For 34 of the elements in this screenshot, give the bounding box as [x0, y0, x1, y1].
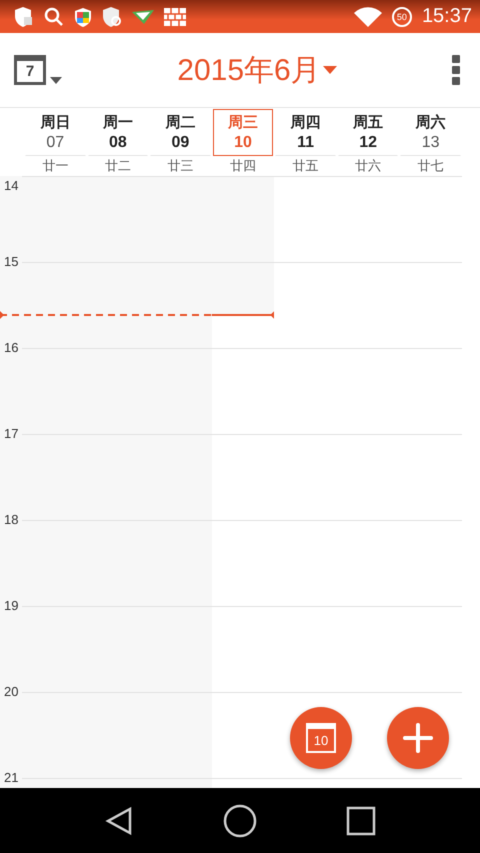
- search-icon: [44, 6, 64, 26]
- go-to-today-button[interactable]: 10: [290, 707, 352, 769]
- day-tab[interactable]: 周日 07: [25, 109, 86, 156]
- hour-label: 14: [4, 178, 18, 194]
- day-tab[interactable]: 周二 09: [150, 109, 211, 156]
- caret-icon: [50, 77, 62, 85]
- hour-label: 15: [4, 254, 18, 270]
- day-tab[interactable]: 周五 12: [338, 109, 398, 156]
- wifi-icon: [354, 6, 382, 26]
- day-tab[interactable]: 周四 11: [275, 109, 336, 156]
- more-menu-icon[interactable]: [452, 55, 460, 85]
- lunar-date: 廿六: [336, 156, 400, 177]
- plus-icon: [403, 723, 433, 753]
- clock-time: 15:37: [422, 5, 472, 28]
- hour-label: 21: [4, 770, 18, 786]
- caret-icon: [322, 66, 337, 74]
- battery-level: 50: [392, 6, 412, 26]
- brick-wall-icon: [164, 8, 186, 26]
- home-icon[interactable]: [222, 804, 257, 838]
- hour-label: 19: [4, 598, 18, 614]
- shield-icon: [74, 6, 92, 26]
- day-tab[interactable]: 周三 10: [212, 109, 274, 156]
- hour-label: 17: [4, 426, 18, 442]
- hour-label: 16: [4, 340, 18, 356]
- lunar-date: 廿五: [274, 156, 337, 177]
- back-icon[interactable]: [104, 806, 134, 836]
- day-tab[interactable]: 周一 08: [88, 109, 148, 156]
- month-title[interactable]: 2015年6月: [62, 50, 452, 90]
- hour-label: 18: [4, 512, 18, 528]
- lunar-date: 廿七: [399, 156, 462, 177]
- hour-label: 20: [4, 684, 18, 700]
- recent-apps-icon[interactable]: [346, 806, 376, 836]
- add-event-button[interactable]: [387, 707, 449, 769]
- day-tab[interactable]: 周六 13: [400, 109, 461, 156]
